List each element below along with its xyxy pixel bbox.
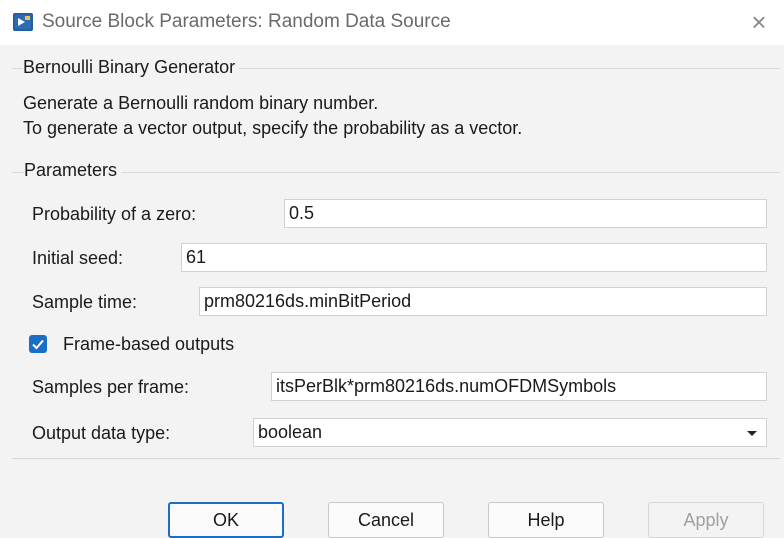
ok-button[interactable]: OK <box>168 502 284 538</box>
block-description-line-2: To generate a vector output, specify the… <box>23 118 523 138</box>
title-bar: Source Block Parameters: Random Data Sou… <box>0 0 784 45</box>
block-description-line-1: Generate a Bernoulli random binary numbe… <box>23 93 379 113</box>
output-type-label: Output data type: <box>32 423 171 443</box>
apply-button[interactable]: Apply <box>648 502 764 538</box>
help-button[interactable]: Help <box>488 502 604 538</box>
block-name: Bernoulli Binary Generator <box>23 57 240 78</box>
sample-time-label: Sample time: <box>32 292 138 312</box>
output-type-select[interactable]: boolean <box>253 418 767 447</box>
close-button[interactable]: × <box>742 6 776 38</box>
probability-label: Probability of a zero: <box>32 204 197 224</box>
parameters-heading: Parameters <box>24 160 122 181</box>
frame-based-label[interactable]: Frame-based outputs <box>63 334 234 355</box>
simulink-block-icon <box>13 13 33 31</box>
samples-per-frame-label: Samples per frame: <box>32 377 190 397</box>
samples-per-frame-input[interactable]: itsPerBlk*prm80216ds.numOFDMSymbols <box>271 372 767 401</box>
initial-seed-label: Initial seed: <box>32 248 124 268</box>
window-title: Source Block Parameters: Random Data Sou… <box>42 11 451 32</box>
output-type-value: boolean <box>258 422 323 442</box>
probability-input[interactable]: 0.5 <box>284 199 767 228</box>
dropdown-arrow-icon <box>747 431 757 436</box>
initial-seed-input[interactable]: 61 <box>181 243 767 272</box>
close-icon[interactable]: × <box>751 7 766 37</box>
checkmark-icon <box>32 339 44 350</box>
cancel-button[interactable]: Cancel <box>328 502 444 538</box>
frame-based-checkbox[interactable] <box>29 335 47 353</box>
sample-time-input[interactable]: prm80216ds.minBitPeriod <box>199 287 767 316</box>
